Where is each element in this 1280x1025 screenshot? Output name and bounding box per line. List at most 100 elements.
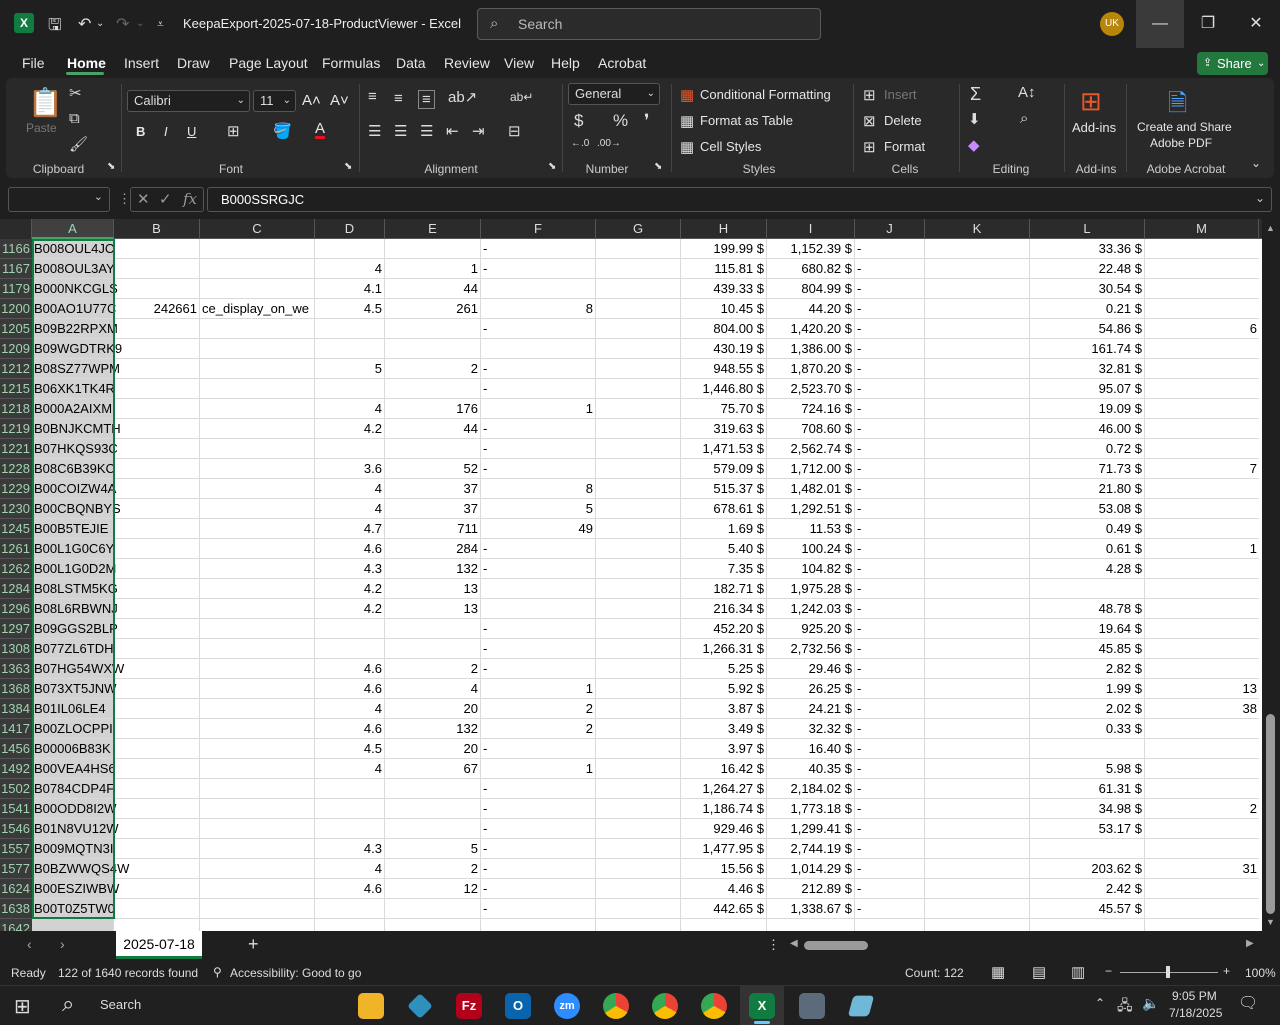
cell-e[interactable]: 284 [385, 539, 481, 559]
row-number[interactable]: 1624 [0, 879, 32, 899]
cell-m[interactable] [1145, 639, 1259, 659]
cell-l[interactable]: 61.31 $ [1030, 779, 1145, 799]
row-number[interactable]: 1262 [0, 559, 32, 579]
cell-g[interactable] [596, 879, 681, 899]
cell-j[interactable]: - [855, 379, 925, 399]
scroll-right-icon[interactable]: ▶ [1246, 938, 1254, 949]
cell-k[interactable] [925, 679, 1030, 699]
cell-j[interactable]: - [855, 599, 925, 619]
cell-l[interactable] [1030, 919, 1145, 931]
number-format-select[interactable]: General ⌄ [568, 83, 660, 105]
cell-d[interactable]: 4.2 [315, 419, 385, 439]
cell-l[interactable]: 21.80 $ [1030, 479, 1145, 499]
cell-g[interactable] [596, 439, 681, 459]
paste-label[interactable]: Paste [26, 121, 57, 135]
cell-b[interactable] [114, 619, 200, 639]
row-number[interactable]: 1245 [0, 519, 32, 539]
horizontal-scroll-thumb[interactable] [804, 941, 868, 950]
cell-e[interactable]: 12 [385, 879, 481, 899]
cell-g[interactable] [596, 679, 681, 699]
tab-formulas[interactable]: Formulas [322, 55, 380, 71]
cell-k[interactable] [925, 559, 1030, 579]
name-box[interactable]: ⌄ [8, 187, 110, 212]
cell-h[interactable]: 1.69 $ [681, 519, 767, 539]
insert-cells-icon[interactable]: ⊞ [863, 86, 876, 104]
cell-a[interactable]: B09B22RPXM [32, 319, 118, 339]
cell-b[interactable] [114, 579, 200, 599]
cell-j[interactable]: - [855, 819, 925, 839]
cell-g[interactable] [596, 399, 681, 419]
cell-i[interactable]: 26.25 $ [767, 679, 855, 699]
customize-qat-icon[interactable]: ⩡ [157, 17, 164, 32]
cell-g[interactable] [596, 499, 681, 519]
cell-h[interactable]: 7.35 $ [681, 559, 767, 579]
cell-a[interactable]: B08LSTM5KG [32, 579, 118, 599]
cell-g[interactable] [596, 479, 681, 499]
cell-b[interactable] [114, 359, 200, 379]
cell-g[interactable] [596, 759, 681, 779]
cell-b[interactable] [114, 239, 200, 259]
cell-h[interactable] [681, 919, 767, 931]
cell-a[interactable]: B06XK1TK4R [32, 379, 115, 399]
column-header-a[interactable]: A [32, 219, 114, 239]
cell-c[interactable] [200, 439, 315, 459]
cell-h[interactable]: 4.46 $ [681, 879, 767, 899]
cell-c[interactable] [200, 259, 315, 279]
cell-m[interactable] [1145, 899, 1259, 919]
cell-c[interactable] [200, 839, 315, 859]
column-header-g[interactable]: G [596, 219, 681, 239]
cell-g[interactable] [596, 859, 681, 879]
conditional-formatting-icon[interactable]: ▦ [680, 86, 694, 104]
cell-m[interactable] [1145, 719, 1259, 739]
cell-c[interactable] [200, 239, 315, 259]
cell-g[interactable] [596, 819, 681, 839]
cell-d[interactable]: 4.6 [315, 539, 385, 559]
cell-k[interactable] [925, 639, 1030, 659]
cell-k[interactable] [925, 759, 1030, 779]
conditional-formatting-button[interactable]: Conditional Formatting [700, 87, 831, 102]
cell-k[interactable] [925, 719, 1030, 739]
cell-d[interactable]: 4.6 [315, 719, 385, 739]
cell-d[interactable]: 4 [315, 259, 385, 279]
cell-g[interactable] [596, 319, 681, 339]
cell-f[interactable]: - [481, 419, 596, 439]
cell-m[interactable] [1145, 559, 1259, 579]
cancel-icon[interactable]: ✕ [137, 188, 150, 211]
zoom-level[interactable]: 100% [1245, 966, 1276, 980]
cell-b[interactable] [114, 599, 200, 619]
cell-k[interactable] [925, 519, 1030, 539]
font-launcher-icon[interactable]: ⬊ [344, 161, 352, 172]
cell-d[interactable]: 4 [315, 399, 385, 419]
cell-c[interactable] [200, 559, 315, 579]
cell-k[interactable] [925, 859, 1030, 879]
column-header-c[interactable]: C [200, 219, 315, 239]
cell-f[interactable]: - [481, 779, 596, 799]
cell-i[interactable]: 40.35 $ [767, 759, 855, 779]
cell-f[interactable]: - [481, 559, 596, 579]
tab-draw[interactable]: Draw [177, 55, 210, 71]
cell-h[interactable]: 10.45 $ [681, 299, 767, 319]
cell-m[interactable] [1145, 759, 1259, 779]
chrome-icon[interactable] [652, 993, 678, 1019]
cell-j[interactable]: - [855, 879, 925, 899]
cell-e[interactable]: 711 [385, 519, 481, 539]
wrap-text-icon[interactable]: ab↵ [510, 90, 533, 104]
row-number[interactable]: 1261 [0, 539, 32, 559]
cell-j[interactable]: - [855, 719, 925, 739]
create-share-label[interactable]: Create and Share [1137, 120, 1232, 134]
cell-d[interactable] [315, 899, 385, 919]
row-number[interactable]: 1212 [0, 359, 32, 379]
cell-k[interactable] [925, 619, 1030, 639]
more-icon[interactable]: ⋮ [767, 937, 780, 953]
cell-h[interactable]: 15.56 $ [681, 859, 767, 879]
select-all-corner[interactable] [0, 219, 32, 239]
taskbar-search[interactable]: Search [100, 997, 141, 1012]
column-header-l[interactable]: L [1030, 219, 1145, 239]
chrome-icon[interactable] [701, 993, 727, 1019]
increase-font-icon[interactable]: A˄ [302, 92, 321, 109]
cell-b[interactable] [114, 699, 200, 719]
cell-l[interactable]: 22.48 $ [1030, 259, 1145, 279]
cell-b[interactable] [114, 459, 200, 479]
cell-c[interactable] [200, 799, 315, 819]
cell-d[interactable] [315, 239, 385, 259]
